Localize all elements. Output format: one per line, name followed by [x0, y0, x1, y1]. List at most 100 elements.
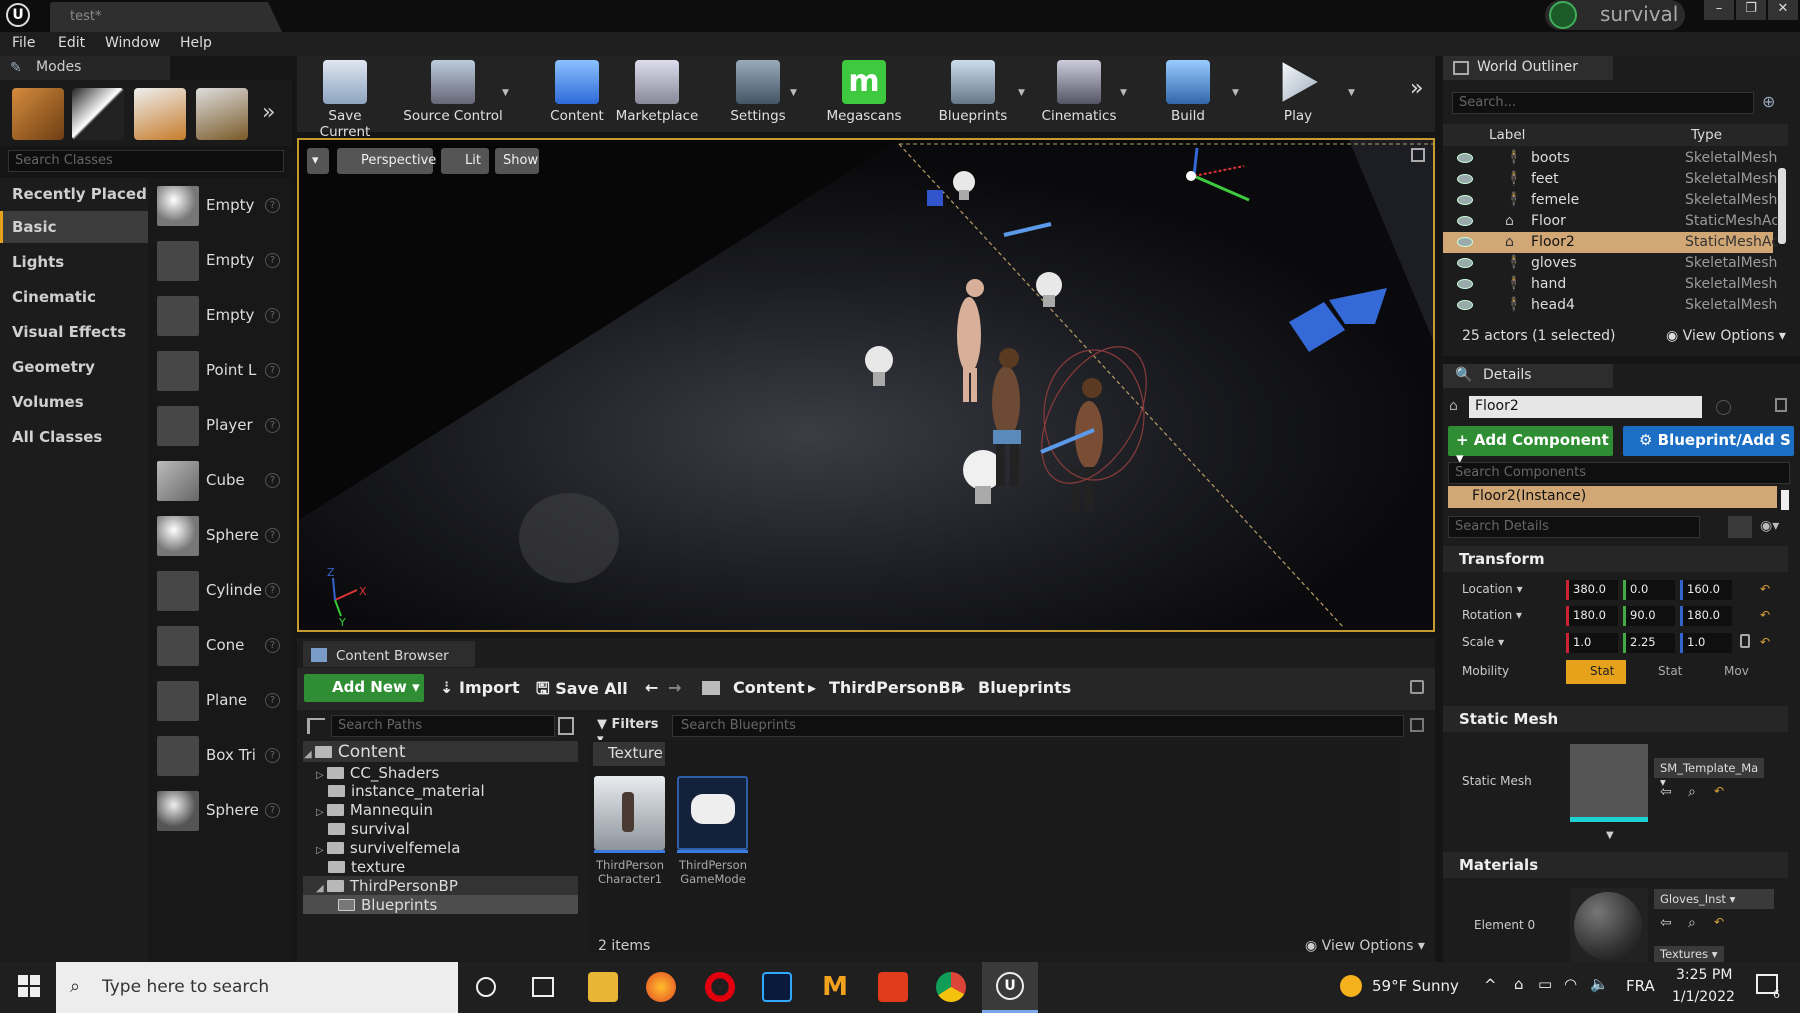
toolbar-overflow-icon[interactable]: »	[1410, 76, 1423, 101]
help-icon[interactable]: ?	[265, 693, 280, 708]
mobility-stationary-button[interactable]: Stat	[1634, 660, 1690, 684]
import-button[interactable]: ⇣ Import	[440, 678, 520, 697]
outliner-view-options-button[interactable]: ◉ View Options ▾	[1666, 328, 1786, 344]
megascans-bridge-icon[interactable]: M	[820, 972, 850, 1002]
use-selected-arrow-icon[interactable]: ⇦	[1660, 915, 1672, 931]
maximize-button[interactable]: ❐	[1736, 0, 1766, 20]
visibility-eye-icon[interactable]	[1457, 237, 1473, 247]
components-scrollbar[interactable]	[1781, 490, 1789, 510]
outliner-row[interactable]: 🕴 hand SkeletalMesh	[1443, 274, 1777, 295]
more-modes-icon[interactable]: »	[262, 100, 275, 125]
asset-thumbnail-character[interactable]	[594, 776, 665, 850]
help-icon[interactable]: ?	[265, 308, 280, 323]
place-item[interactable]: Cube?	[157, 459, 287, 503]
place-item[interactable]: Cylinde?	[157, 569, 287, 613]
task-view-icon[interactable]	[532, 977, 554, 997]
place-item[interactable]: Player?	[157, 404, 287, 448]
dropdown-arrow-icon[interactable]: ▼	[790, 88, 797, 98]
texture-filter-pill[interactable]: Texture	[593, 742, 665, 766]
filters-button[interactable]: ▼ Filters ▾	[593, 713, 665, 747]
mobility-static-button[interactable]: Stat	[1566, 660, 1626, 684]
save-current-button[interactable]: Save Current	[302, 58, 388, 140]
help-icon[interactable]: ?	[265, 253, 280, 268]
material-dropdown[interactable]: Gloves_Inst ▾	[1654, 889, 1774, 909]
static-mesh-dropdown[interactable]: SM_Template_Ma ▾	[1654, 758, 1764, 789]
add-filter-icon[interactable]: ⊕	[1762, 92, 1775, 111]
location-y-field[interactable]: 0.0	[1623, 580, 1675, 600]
content-browser-tab[interactable]: Content Browser	[303, 641, 475, 667]
visibility-eye-icon[interactable]	[1457, 300, 1473, 310]
scale-y-field[interactable]: 2.25	[1623, 633, 1675, 653]
asset-thumbnail-gamemode[interactable]	[677, 776, 748, 850]
visibility-eye-icon[interactable]	[1457, 216, 1473, 226]
weather-sun-icon[interactable]	[1340, 975, 1362, 997]
file-explorer-icon[interactable]	[588, 972, 618, 1002]
rotation-label[interactable]: Rotation ▾	[1462, 608, 1522, 622]
lock-scale-icon[interactable]	[1740, 634, 1750, 648]
actor-name-field[interactable]: Floor2	[1469, 396, 1702, 418]
build-button[interactable]: Build ▼	[1160, 58, 1239, 130]
project-badge[interactable]: survival	[1545, 0, 1685, 30]
place-item[interactable]: Point L?	[157, 349, 287, 393]
reset-rotation-icon[interactable]: ↶	[1760, 608, 1770, 622]
help-icon[interactable]: ?	[265, 418, 280, 433]
paint-mode-icon[interactable]	[72, 88, 124, 140]
chrome-icon[interactable]	[936, 972, 966, 1002]
browse-asset-icon[interactable]: ⌕	[1688, 784, 1696, 800]
scale-z-field[interactable]: 1.0	[1680, 633, 1732, 653]
battery-icon[interactable]: ▭	[1538, 975, 1552, 993]
category-volumes[interactable]: Volumes	[0, 386, 148, 418]
opera-icon[interactable]	[705, 972, 735, 1002]
tray-chevron-icon[interactable]: ^	[1484, 976, 1497, 994]
blueprints-button[interactable]: Blueprints ▼	[930, 58, 1025, 130]
mobility-movable-button[interactable]: Mov	[1700, 660, 1756, 684]
play-button[interactable]: Play ▼	[1270, 58, 1355, 130]
outliner-row[interactable]: ⌂ Floor StaticMeshAc	[1443, 211, 1777, 232]
modes-tab[interactable]: ✎ Modes	[0, 56, 170, 80]
volume-icon[interactable]: 🔈	[1590, 975, 1609, 993]
add-component-button[interactable]: + Add Component ▾	[1448, 426, 1613, 467]
settings-button[interactable]: Settings ▼	[720, 58, 797, 130]
rotation-x-field[interactable]: 180.0	[1566, 606, 1618, 626]
document-tab[interactable]: test*	[50, 2, 282, 32]
visibility-eye-icon[interactable]	[1457, 258, 1473, 268]
place-mode-icon[interactable]	[12, 88, 64, 140]
textures-dropdown[interactable]: Textures ▾	[1654, 946, 1724, 962]
help-icon[interactable]: ?	[265, 803, 280, 818]
scale-label[interactable]: Scale ▾	[1462, 635, 1504, 649]
reset-mesh-icon[interactable]: ↶	[1714, 784, 1724, 798]
menu-help[interactable]: Help	[180, 35, 212, 51]
expand-advanced-icon[interactable]: ▼	[1606, 830, 1614, 841]
category-cinematic[interactable]: Cinematic	[0, 281, 148, 313]
content-button[interactable]: Content	[544, 58, 610, 130]
scale-x-field[interactable]: 1.0	[1566, 633, 1618, 653]
help-icon[interactable]: ?	[265, 638, 280, 653]
taskbar-search-box[interactable]: ⌕ Type here to search	[56, 962, 458, 1013]
perspective-button[interactable]: Perspective	[337, 148, 436, 174]
location-x-field[interactable]: 380.0	[1566, 580, 1618, 600]
help-icon[interactable]: ?	[265, 473, 280, 488]
help-icon[interactable]: ?	[265, 748, 280, 763]
show-button[interactable]: Show	[495, 148, 539, 174]
place-item[interactable]: Sphere?	[157, 789, 287, 833]
search-components-input[interactable]: Search Components	[1448, 462, 1790, 484]
weather-text[interactable]: 59°F Sunny	[1372, 977, 1459, 995]
photoshop-icon[interactable]	[762, 972, 792, 1002]
visibility-eye-icon[interactable]: ◉▾	[1760, 518, 1779, 534]
category-geometry[interactable]: Geometry	[0, 351, 148, 383]
category-visual-effects[interactable]: Visual Effects	[0, 316, 148, 348]
search-paths-input[interactable]: Search Paths	[331, 715, 555, 737]
category-basic[interactable]: Basic	[0, 211, 148, 243]
maximize-viewport-icon[interactable]	[1411, 148, 1425, 162]
rotation-z-field[interactable]: 180.0	[1680, 606, 1732, 626]
category-recently-placed[interactable]: Recently Placed	[0, 178, 148, 210]
world-outliner-tab[interactable]: World Outliner	[1443, 56, 1613, 80]
place-item[interactable]: Box Tri?	[157, 734, 287, 778]
help-icon[interactable]: ?	[265, 528, 280, 543]
location-z-field[interactable]: 160.0	[1680, 580, 1732, 600]
history-back-icon[interactable]: ←	[645, 678, 658, 697]
outliner-scrollbar[interactable]	[1778, 168, 1786, 244]
unreal-taskbar-button[interactable]: U	[982, 962, 1038, 1013]
dropdown-arrow-icon[interactable]: ▼	[1348, 88, 1355, 98]
paths-view-options-icon[interactable]	[558, 717, 574, 735]
